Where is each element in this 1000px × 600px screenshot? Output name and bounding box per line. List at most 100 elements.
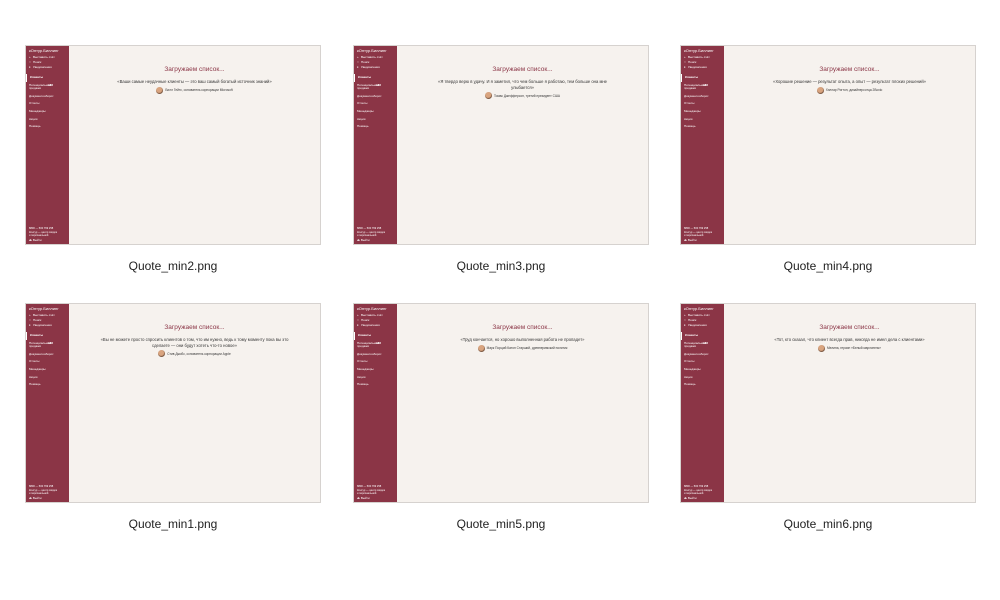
sidebar-footer: 8800 — 500 799 258 Контур — центр скидок и… [684, 227, 712, 237]
avatar [817, 344, 825, 352]
sidebar-nav-item: Отчеты [681, 100, 724, 108]
sidebar-footer: 8800 — 500 799 258 Контур — центр скидок и… [29, 227, 57, 237]
screenshot-thumbnail: кОнтур.Биллинг + Выставить счёт ○ Поиск … [25, 303, 321, 503]
sidebar-nav-item: Отчеты [26, 358, 69, 366]
app-logo: кОнтур.Биллинг [684, 48, 714, 53]
sidebar-nav-item: Потенциальные продажи 186 [26, 340, 56, 351]
exit-link: ⏏ Выйти [357, 238, 370, 242]
sidebar-nav-item: Потенциальные продажи 186 [681, 82, 711, 93]
author-name: Билл Гейтс, основатель корпорации Micros… [165, 88, 233, 93]
plus-icon: + [357, 55, 359, 59]
app-logo: кОнтур.Биллинг [29, 48, 59, 53]
file-tile[interactable]: кОнтур.Биллинг + Выставить счёт ○ Поиск … [25, 303, 321, 531]
loading-title: Загружаем список... [492, 324, 553, 331]
quote-text: «Ваши самые неудачные клиенты — это ваш … [117, 79, 272, 84]
sidebar-top-item: ♦ Уведомления [354, 322, 397, 327]
sidebar: кОнтур.Биллинг + Выставить счёт ○ Поиск … [354, 46, 397, 244]
avatar [477, 344, 485, 352]
file-tile[interactable]: кОнтур.Биллинг + Выставить счёт ○ Поиск … [680, 45, 976, 273]
quote-author: Томас Джефферсон, третий президент США [397, 92, 648, 100]
quote-text: «Труд кончается, но хорошо выполненная р… [460, 337, 585, 342]
sidebar-nav-label: Менеджеры [684, 108, 701, 113]
file-name[interactable]: Quote_min5.png [353, 517, 649, 531]
sidebar-top-item-label: Уведомления [361, 65, 380, 69]
avatar [158, 350, 166, 358]
sidebar-footer-line: и персональной [357, 491, 377, 495]
sidebar-nav-item: Менеджеры [681, 108, 724, 116]
exit-icon: ⏏ [357, 238, 360, 242]
sidebar-top-item: ♦ Уведомления [26, 322, 69, 327]
sidebar-nav-label: Документооборот [684, 351, 709, 356]
plus-icon: + [29, 55, 31, 59]
bell-icon: ♦ [684, 323, 686, 327]
author-name: Томас Джефферсон, третий президент США [493, 93, 561, 98]
sidebar-top-item-label: Выставить счёт [33, 55, 55, 59]
quote-author: Стив Джобс, основатель корпорации Apple [69, 350, 320, 358]
file-tile[interactable]: кОнтур.Биллинг + Выставить счёт ○ Поиск … [680, 303, 976, 531]
quote-author: Мелина, героин «Белый марлатель» [724, 344, 975, 352]
loading-title: Загружаем список... [164, 324, 225, 331]
sidebar-footer-line: и персональной [684, 491, 704, 495]
exit-label: Выйти [687, 238, 697, 242]
plus-icon: + [29, 313, 31, 317]
sidebar-nav-label: Менеджеры [684, 366, 701, 371]
exit-label: Выйти [687, 496, 697, 500]
sidebar-nav-label: Помощь [29, 124, 41, 129]
sidebar-nav-label: Акции [684, 374, 693, 379]
sidebar-footer: 8800 — 500 799 258 Контур — центр скидок и… [357, 227, 385, 237]
sidebar-nav-label: Клиенты [30, 333, 44, 337]
search-icon: ○ [357, 60, 359, 64]
avatar [816, 86, 824, 94]
main-content: Загружаем список... «Ваши самые неудачны… [69, 46, 320, 94]
sidebar-nav-item: Документооборот [681, 351, 724, 359]
author-name: Марк Порций Катон Старший, древнеримский… [486, 346, 568, 351]
file-tile[interactable]: кОнтур.Биллинг + Выставить счёт ○ Поиск … [25, 45, 321, 273]
sidebar-footer-line: и персональной [684, 233, 704, 237]
loading-title: Загружаем список... [164, 66, 225, 73]
sidebar-footer: 8800 — 500 799 258 Контур — центр скидок и… [29, 485, 57, 495]
screenshot-thumbnail: кОнтур.Биллинг + Выставить счёт ○ Поиск … [353, 45, 649, 245]
file-name[interactable]: Quote_min4.png [680, 259, 976, 273]
loading-title: Загружаем список... [819, 66, 880, 73]
file-name[interactable]: Quote_min6.png [680, 517, 976, 531]
app-logo: кОнтур.Биллинг [684, 306, 714, 311]
sidebar-nav-label: Документооборот [357, 93, 382, 98]
file-name[interactable]: Quote_min3.png [353, 259, 649, 273]
sidebar-nav-label: Документооборот [684, 93, 709, 98]
file-tile[interactable]: кОнтур.Биллинг + Выставить счёт ○ Поиск … [353, 303, 649, 531]
author-name: Хэллар Ригтон, дизайнерсотца 2Boxio [825, 88, 883, 93]
sidebar-nav-item: Помощь [26, 123, 69, 131]
sidebar-nav-item: Клиенты [26, 332, 69, 340]
sidebar-nav-label: Отчеты [357, 101, 368, 106]
main-content: Загружаем список... «Тот, кто сказал, чт… [724, 304, 975, 352]
exit-link: ⏏ Выйти [29, 496, 42, 500]
sidebar-nav-label: Клиенты [358, 75, 372, 79]
file-name[interactable]: Quote_min1.png [25, 517, 321, 531]
sidebar-nav-item: Документооборот [354, 351, 397, 359]
sidebar-nav-label: Отчеты [29, 101, 40, 106]
sidebar-nav-label: Отчеты [684, 101, 695, 106]
sidebar: кОнтур.Биллинг + Выставить счёт ○ Поиск … [26, 46, 69, 244]
exit-icon: ⏏ [684, 238, 687, 242]
exit-link: ⏏ Выйти [29, 238, 42, 242]
search-icon: ○ [684, 318, 686, 322]
sidebar-nav-label: Помощь [29, 382, 41, 387]
exit-link: ⏏ Выйти [357, 496, 370, 500]
sidebar-nav-label: Помощь [684, 124, 696, 129]
sidebar-top-item: ♦ Уведомления [354, 64, 397, 69]
app-logo: кОнтур.Биллинг [29, 306, 59, 311]
sidebar-nav-item: Клиенты [681, 74, 724, 82]
sidebar-top-item-label: Поиск [33, 318, 42, 322]
sidebar-nav-item: Менеджеры [26, 366, 69, 374]
exit-label: Выйти [360, 496, 370, 500]
exit-link: ⏏ Выйти [684, 496, 697, 500]
file-tile[interactable]: кОнтур.Биллинг + Выставить счёт ○ Поиск … [353, 45, 649, 273]
file-name[interactable]: Quote_min2.png [25, 259, 321, 273]
exit-icon: ⏏ [29, 496, 32, 500]
nav-badge: 186 [702, 340, 708, 345]
sidebar-top-item: ♦ Уведомления [26, 64, 69, 69]
sidebar-nav: Клиенты Потенциальные продажи 186 Докуме… [681, 74, 724, 131]
sidebar: кОнтур.Биллинг + Выставить счёт ○ Поиск … [26, 304, 69, 502]
sidebar-footer: 8800 — 500 799 258 Контур — центр скидок и… [357, 485, 385, 495]
nav-badge: 186 [375, 82, 381, 87]
